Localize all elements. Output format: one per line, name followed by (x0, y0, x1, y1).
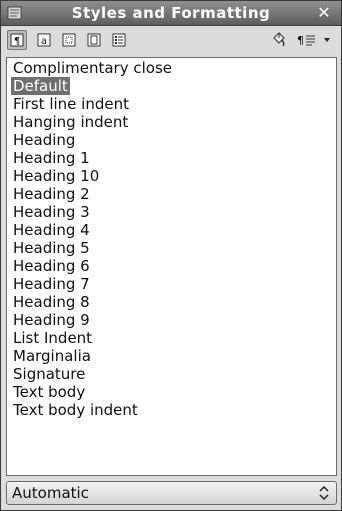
style-list-item[interactable]: Heading 7 (11, 275, 92, 293)
style-list-item[interactable]: Heading (11, 131, 77, 149)
style-list-item[interactable]: Default (11, 77, 70, 95)
fill-format-mode-button[interactable] (269, 30, 289, 50)
style-list-item[interactable]: Signature (11, 365, 87, 383)
frame-styles-icon (62, 33, 76, 47)
style-list-item[interactable]: First line indent (11, 95, 131, 113)
list-styles-button[interactable] (109, 30, 129, 50)
page-styles-icon (87, 33, 101, 47)
close-icon: ✕ (317, 3, 331, 22)
style-list-item[interactable]: Heading 2 (11, 185, 92, 203)
style-list-item[interactable]: Hanging indent (11, 113, 130, 131)
style-filter-value: Automatic (12, 484, 89, 502)
fill-format-mode-icon (273, 32, 285, 47)
paragraph-styles-button[interactable]: ¶ (7, 30, 27, 50)
style-list-item[interactable]: Heading 4 (11, 221, 92, 239)
new-style-from-selection-icon: ¶ (297, 34, 315, 47)
new-style-from-selection-button[interactable]: ¶ (295, 30, 319, 50)
style-filter-select[interactable]: Automatic (6, 481, 337, 505)
toolbar: ¶ a ¶ (1, 26, 341, 56)
style-list-item[interactable]: Heading 5 (11, 239, 92, 257)
style-list-item[interactable]: Heading 9 (11, 311, 92, 329)
styles-and-formatting-window: Styles and Formatting ✕ ¶ a ¶ Compliment… (0, 0, 342, 511)
style-list-item[interactable]: Heading 10 (11, 167, 101, 185)
style-list-item[interactable]: Heading 1 (11, 149, 92, 167)
svg-text:¶: ¶ (14, 36, 20, 47)
title-bar[interactable]: Styles and Formatting ✕ (1, 1, 341, 26)
style-actions-dropdown[interactable] (321, 30, 333, 50)
style-list-item[interactable]: Heading 6 (11, 257, 92, 275)
dropdown-arrow-icon (324, 38, 330, 42)
updown-arrows-icon (319, 485, 329, 501)
style-list-item[interactable]: List Indent (11, 329, 94, 347)
style-list-item[interactable]: Text body indent (11, 401, 140, 419)
styles-list[interactable]: Complimentary close Default First line ind… (6, 57, 337, 476)
svg-text:¶: ¶ (297, 34, 304, 47)
window-title: Styles and Formatting (71, 4, 271, 22)
svg-text:a: a (41, 36, 47, 47)
page-styles-button[interactable] (84, 30, 104, 50)
character-styles-button[interactable]: a (34, 30, 54, 50)
style-list-item[interactable]: Heading 8 (11, 293, 92, 311)
close-button[interactable]: ✕ (313, 3, 335, 23)
character-styles-icon: a (37, 33, 51, 47)
style-list-item[interactable]: Text body (11, 383, 87, 401)
frame-styles-button[interactable] (59, 30, 79, 50)
style-list-item[interactable]: Heading 3 (11, 203, 92, 221)
style-list-item[interactable]: Complimentary close (11, 59, 174, 77)
list-styles-icon (112, 33, 126, 47)
paragraph-styles-icon: ¶ (10, 33, 24, 47)
style-list-item[interactable]: Marginalia (11, 347, 93, 365)
